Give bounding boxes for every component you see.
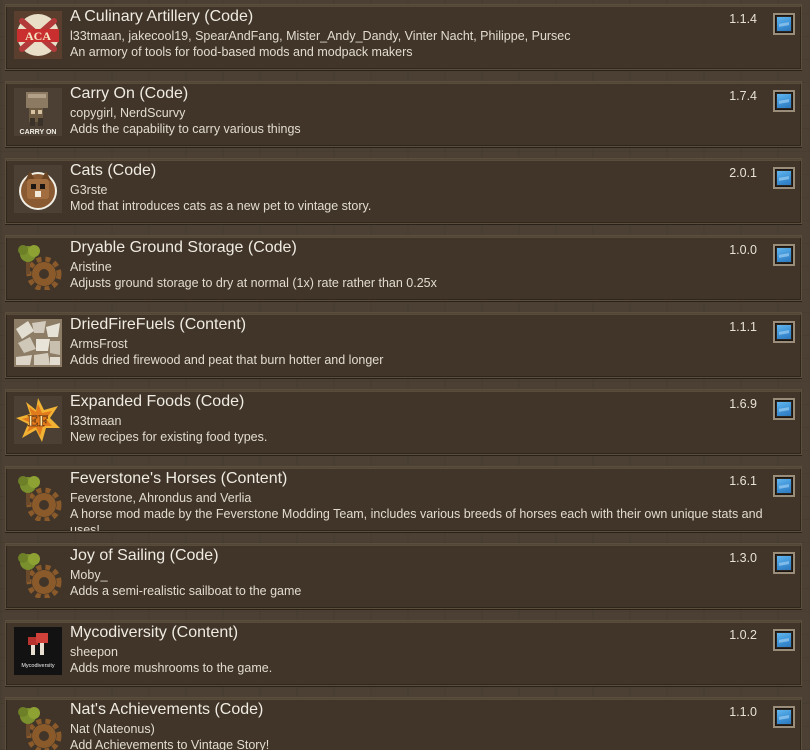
- mod-card[interactable]: CARRY ON Carry On (Code) copygirl, NerdS…: [5, 81, 802, 147]
- mod-card[interactable]: DriedFireFuels (Content) ArmsFrost Adds …: [5, 312, 802, 378]
- svg-text:ACA: ACA: [25, 29, 51, 43]
- enable-toggle[interactable]: [773, 13, 795, 35]
- enable-toggle[interactable]: [773, 552, 795, 574]
- mod-title: A Culinary Artillery (Code): [70, 8, 254, 25]
- mod-card[interactable]: EF Expanded Foods (Code) l33tmaan New re…: [5, 389, 802, 455]
- mod-description: New recipes for existing food types.: [70, 430, 268, 444]
- mushroom-logo-icon: Mycodiversity: [14, 627, 62, 675]
- mod-version: 1.6.9: [729, 397, 757, 411]
- mod-card[interactable]: Feverstone's Horses (Content) Feverstone…: [5, 466, 802, 532]
- mod-description: Mod that introduces cats as a new pet to…: [70, 199, 372, 213]
- mod-version: 1.7.4: [729, 89, 757, 103]
- mod-version: 1.6.1: [729, 474, 757, 488]
- mod-card[interactable]: ACA A Culinary Artillery (Code) l33tmaan…: [5, 4, 802, 70]
- mod-description: Adds more mushrooms to the game.: [70, 661, 273, 675]
- mod-description: Adds dried firewood and peat that burn h…: [70, 353, 384, 367]
- svg-text:CARRY ON: CARRY ON: [20, 129, 57, 136]
- tree-gear-icon: [14, 704, 62, 750]
- mod-authors: copygirl, NerdScurvy: [70, 106, 186, 120]
- mod-version: 1.0.2: [729, 628, 757, 642]
- mod-authors: l33tmaan: [70, 414, 122, 428]
- mod-title: DriedFireFuels (Content): [70, 316, 247, 333]
- enable-toggle[interactable]: [773, 167, 795, 189]
- mod-authors: Feverstone, Ahrondus and Verlia: [70, 491, 252, 505]
- mod-version: 1.0.0: [729, 243, 757, 257]
- mod-title: Nat's Achievements (Code): [70, 701, 264, 718]
- mod-description: Add Achievements to Vintage Story!: [70, 738, 270, 750]
- enable-toggle[interactable]: [773, 706, 795, 728]
- mod-card[interactable]: Mycodiversity Mycodiversity (Content) sh…: [5, 620, 802, 686]
- mod-description: An armory of tools for food-based mods a…: [70, 45, 413, 59]
- mod-card[interactable]: Joy of Sailing (Code) Moby_ Adds a semi-…: [5, 543, 802, 609]
- tree-gear-icon: [14, 550, 62, 598]
- mod-card[interactable]: Nat's Achievements (Code) Nat (Nateonus)…: [5, 697, 802, 750]
- enable-toggle[interactable]: [773, 244, 795, 266]
- carry-on-logo-icon: CARRY ON: [14, 88, 62, 136]
- enable-toggle[interactable]: [773, 475, 795, 497]
- mod-description: A horse mod made by the Feverstone Moddi…: [70, 507, 763, 532]
- mod-title: Expanded Foods (Code): [70, 393, 245, 410]
- mod-description: Adds a semi-realistic sailboat to the ga…: [70, 584, 302, 598]
- mod-authors: sheepon: [70, 645, 118, 659]
- mod-authors: ArmsFrost: [70, 337, 128, 351]
- cat-icon: [14, 165, 62, 213]
- mod-description: Adds the capability to carry various thi…: [70, 122, 301, 136]
- svg-text:EF: EF: [28, 413, 49, 430]
- enable-toggle[interactable]: [773, 398, 795, 420]
- enable-toggle[interactable]: [773, 629, 795, 651]
- mod-card[interactable]: Cats (Code) G3rste Mod that introduces c…: [5, 158, 802, 224]
- mod-authors: Aristine: [70, 260, 112, 274]
- mod-version: 1.1.0: [729, 705, 757, 719]
- tree-gear-icon: [14, 473, 62, 521]
- mod-version: 1.3.0: [729, 551, 757, 565]
- mod-version: 1.1.4: [729, 12, 757, 26]
- svg-text:Mycodiversity: Mycodiversity: [21, 663, 55, 669]
- mod-title: Carry On (Code): [70, 85, 189, 102]
- mod-title: Feverstone's Horses (Content): [70, 470, 288, 487]
- firewood-icon: [14, 319, 62, 367]
- mod-title: Cats (Code): [70, 162, 157, 179]
- mod-version: 2.0.1: [729, 166, 757, 180]
- enable-toggle[interactable]: [773, 90, 795, 112]
- mod-title: Dryable Ground Storage (Code): [70, 239, 297, 256]
- ef-logo-icon: EF: [14, 396, 62, 444]
- mod-authors: Moby_: [70, 568, 108, 582]
- mod-description: Adjusts ground storage to dry at normal …: [70, 276, 437, 290]
- mod-title: Mycodiversity (Content): [70, 624, 239, 641]
- aca-logo-icon: ACA: [14, 11, 62, 59]
- mod-version: 1.1.1: [729, 320, 757, 334]
- mod-authors: G3rste: [70, 183, 108, 197]
- mod-authors: Nat (Nateonus): [70, 722, 155, 736]
- mod-authors: l33tmaan, jakecool19, SpearAndFang, Mist…: [70, 29, 571, 43]
- mod-title: Joy of Sailing (Code): [70, 547, 219, 564]
- mod-card[interactable]: Dryable Ground Storage (Code) Aristine A…: [5, 235, 802, 301]
- mod-list[interactable]: ACA A Culinary Artillery (Code) l33tmaan…: [0, 0, 810, 750]
- enable-toggle[interactable]: [773, 321, 795, 343]
- tree-gear-icon: [14, 242, 62, 290]
